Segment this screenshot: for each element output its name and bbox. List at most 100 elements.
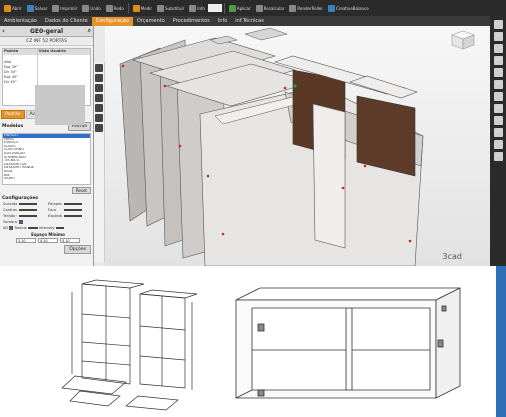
radius-label: Radius: [14, 226, 27, 230]
selection-dot: [293, 84, 297, 88]
camera-icon[interactable]: [493, 68, 503, 77]
save-as-icon[interactable]: [95, 114, 103, 122]
tab-dados-cliente[interactable]: Dados do Cliente: [41, 17, 92, 26]
toolbar-creative[interactable]: CreativeBalance: [326, 2, 371, 15]
print-icon: [52, 4, 60, 12]
config-label-text: Foco: [48, 208, 57, 212]
slider[interactable]: [19, 215, 37, 217]
panel-title: GE0-geral: [29, 27, 64, 35]
menu-tabs: Ambientação Dados do Cliente Configuraçã…: [0, 16, 506, 26]
config-label-text: Sombra: [3, 220, 17, 224]
panel-subtitle: CZ INF 52 PORTAS: [0, 37, 93, 46]
redo-icon: [105, 4, 113, 12]
layers-icon[interactable]: [493, 116, 503, 125]
ruler-icon: [132, 4, 140, 12]
tab-procedimentos[interactable]: Procedimentos: [169, 17, 214, 26]
ao-label: AO: [3, 226, 9, 230]
opcoes-button[interactable]: Opções: [64, 245, 91, 254]
tab-orcamento[interactable]: Orçamento: [133, 17, 169, 26]
help-icon[interactable]: [493, 152, 503, 161]
slider[interactable]: [64, 215, 82, 217]
pan-icon[interactable]: [493, 56, 503, 65]
tab-ambientacao[interactable]: Ambientação: [0, 17, 41, 26]
open-cabinet-drawing: [235, 287, 461, 399]
save-icon: [26, 4, 34, 12]
intensity-slider[interactable]: [55, 227, 64, 229]
ao-checkbox[interactable]: [9, 226, 14, 230]
folder-icon: [4, 4, 11, 12]
cabinet-side-panel: [312, 103, 346, 249]
table-cell: Dir 45°: [3, 80, 38, 85]
toolbar-measure[interactable]: Medir: [131, 2, 154, 15]
espaco-minimo: Espaço Mínimo 3.10 4.10 4.10: [0, 232, 93, 243]
zoom-in-icon[interactable]: [493, 20, 503, 29]
grid-empty-area: [35, 85, 85, 125]
app-window: Abrir Salvar Imprimir Undo Redo Medir Su…: [0, 0, 506, 417]
print-icon[interactable]: [95, 94, 103, 102]
slider[interactable]: [19, 203, 37, 205]
marker-dot: [206, 174, 210, 178]
models-label: Modelos: [2, 124, 24, 129]
toolbar-info[interactable]: Info: [187, 2, 207, 15]
light-icon[interactable]: [493, 80, 503, 89]
add-icon[interactable]: [95, 74, 103, 82]
panel-header: ‹ GE0-geral ⌕: [0, 26, 93, 37]
camera-icon[interactable]: [95, 84, 103, 92]
save-icon[interactable]: [95, 104, 103, 112]
tab-padrao[interactable]: Padrão: [1, 110, 25, 119]
toolbar-render[interactable]: RenderRoller: [287, 2, 325, 15]
toolbar-save[interactable]: Salvar: [25, 2, 50, 15]
marker-dot: [163, 84, 167, 88]
tab-configuracao[interactable]: Configuração: [91, 17, 133, 26]
reset-button[interactable]: Reset: [71, 187, 91, 194]
toolbar-undo[interactable]: Undo: [80, 2, 102, 15]
toolbar-apply[interactable]: Aplicar: [227, 2, 253, 15]
opcoes-row: Opções: [0, 243, 93, 254]
config-label-text: Expósito: [48, 214, 62, 218]
marker-dot: [221, 232, 225, 236]
list-item[interactable]: VIDRO: [3, 177, 90, 181]
toolbar-open[interactable]: Abrir: [2, 2, 24, 15]
espaco-field[interactable]: 4.10: [60, 238, 80, 243]
marker-dot: [283, 86, 287, 90]
toolbar-input[interactable]: [207, 4, 222, 12]
slider[interactable]: [19, 209, 37, 211]
slider[interactable]: [64, 209, 82, 211]
config-label-text: Contraste: [3, 208, 17, 212]
furniture-3d-model: [119, 27, 424, 266]
render-settings-panel: ‹ GE0-geral ⌕ CZ INF 52 PORTAS Padrão Vi…: [0, 26, 94, 266]
toolbar-replace[interactable]: Substituir: [155, 2, 186, 15]
balance-icon: [328, 4, 336, 12]
toolbar-separator: [223, 2, 225, 14]
rotate-icon[interactable]: [493, 44, 503, 53]
radius-slider[interactable]: [27, 227, 38, 229]
shadow-checkbox[interactable]: [19, 220, 23, 224]
view-cube-icon[interactable]: [450, 30, 476, 50]
folder-icon[interactable]: [95, 124, 103, 132]
toolbar-redo[interactable]: Redo: [104, 2, 126, 15]
apply-icon: [228, 4, 236, 12]
exploded-wardrobe-drawing: [61, 279, 198, 411]
tab-info[interactable]: Info: [214, 17, 231, 26]
measure-icon[interactable]: [493, 104, 503, 113]
3d-viewport[interactable]: 3cad: [105, 26, 490, 266]
grid-icon[interactable]: [493, 128, 503, 137]
search-icon[interactable]: ⌕: [88, 27, 91, 35]
render-icon[interactable]: [493, 92, 503, 101]
espaco-field[interactable]: 4.10: [38, 238, 58, 243]
panel-side-toolbar: [94, 62, 105, 262]
model-list: FRESCO PAPEL ESBOÇO EDGES CONTORNO ILUST…: [2, 133, 91, 185]
config-label-text: Perspectiva: [48, 202, 62, 206]
close-icon[interactable]: [95, 64, 103, 72]
espaco-field[interactable]: 3.10: [16, 238, 36, 243]
chevron-left-icon[interactable]: ‹: [2, 27, 5, 35]
tab-inf-tecnicas[interactable]: inf.Técnicas: [231, 17, 268, 26]
marker-dot: [408, 239, 412, 243]
slider[interactable]: [64, 203, 82, 205]
espaco-fields: 3.10 4.10 4.10: [3, 238, 93, 243]
toolbar-recalc[interactable]: Recalcular: [254, 2, 287, 15]
toolbar-print[interactable]: Imprimir: [50, 2, 79, 15]
wood-back-panel: [356, 95, 416, 177]
settings-icon[interactable]: [493, 140, 503, 149]
zoom-out-icon[interactable]: [493, 32, 503, 41]
